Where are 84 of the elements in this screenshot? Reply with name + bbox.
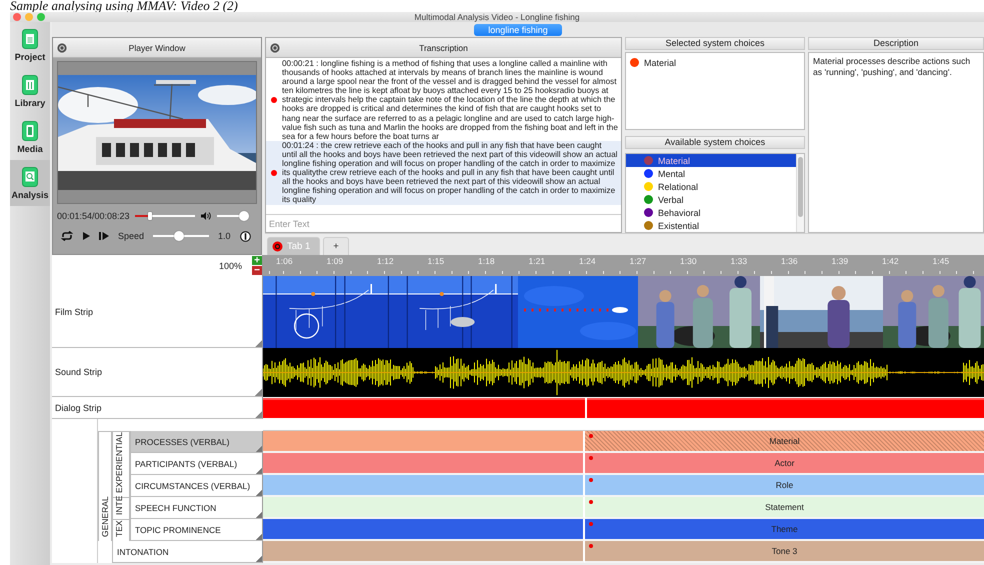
tier-label[interactable]: CIRCUMSTANCES (VERBAL) — [130, 475, 263, 497]
caption-text: Sample analysing using MMAV: Video 2 (2) — [10, 0, 238, 12]
choice-item[interactable]: Relational — [626, 180, 796, 193]
panel-title: Description — [808, 37, 984, 50]
strip-label: Sound Strip — [52, 348, 263, 397]
tier-label[interactable]: TOPIC PROMINENCE — [130, 519, 263, 541]
slider-thumb[interactable] — [174, 231, 184, 241]
tier-label[interactable]: SPEECH FUNCTION — [130, 497, 263, 519]
panel-title: Selected system choices — [625, 37, 805, 50]
slider-thumb[interactable] — [148, 212, 152, 220]
tick-label: 1:42 — [882, 255, 900, 268]
choice-item[interactable]: Verbal — [626, 193, 796, 206]
choice-item[interactable]: Material — [626, 56, 804, 69]
zoom-out-button[interactable]: − — [252, 266, 262, 275]
marker-dot-icon — [589, 522, 593, 526]
speed-label: Speed — [118, 231, 144, 241]
zoom-level: 100% — [218, 260, 242, 270]
loop-icon[interactable] — [61, 231, 73, 241]
tier-label[interactable]: PROCESSES (VERBAL) — [130, 431, 263, 453]
slider-thumb[interactable] — [238, 211, 249, 221]
time-readout: 00:01:54/00:08:23 — [57, 211, 130, 221]
record-dot-icon — [271, 170, 277, 176]
marker-dot-icon — [589, 544, 593, 548]
tick-label: 1:21 — [528, 255, 546, 268]
marker-dot-icon — [589, 434, 593, 438]
panel-title: Transcription — [418, 42, 469, 52]
strip-label: Film Strip — [52, 276, 263, 348]
choice-item[interactable]: Material — [626, 154, 796, 167]
tier-group: INTE — [112, 497, 130, 519]
tier-label[interactable]: INTONATION — [112, 541, 263, 563]
marker-dot-icon — [589, 500, 593, 504]
tick-label: 1:27 — [630, 255, 648, 268]
annotation-cell[interactable]: Material — [585, 431, 984, 453]
tick-label: 1:06 — [276, 255, 294, 268]
entry-text: 00:00:21 : longline fishing is a method of fishing that uses a longline called a mainline with thousands of hooks attached at intervals by means of branch lines the mainline is wound around a large spool near the front of the vessel and is dragged behind the vessel for almost ten kilometres the line is kept afloat by buoys attached every 15 to 25 hooksradio buoys at strategic intervals help the captain take note of the location of the line the depth at which the hooks are dropped is critical and determines the kind of fish that are caught hooks set to hang near the surface are referred to as a pelagic longline and are used to catch large high-value fish such as tuna and Marlin the hooks are dropped from the fishing boat and left in the sea for a few hours before the boat turns ar — [282, 59, 618, 141]
annotation-cell[interactable]: Role — [585, 475, 984, 497]
sidebar-item[interactable]: Library — [10, 68, 50, 114]
power-icon[interactable] — [240, 230, 251, 242]
tier-group: GENERAL — [98, 431, 112, 541]
window-title: Multimodal Analysis Video - Longline fishing — [413, 12, 581, 22]
tick-label: 1:18 — [478, 255, 496, 268]
step-forward-icon[interactable] — [99, 231, 109, 241]
tick-label: 1:24 — [579, 255, 597, 268]
speaker-icon[interactable] — [200, 211, 212, 221]
tick-label: 1:12 — [377, 255, 395, 268]
tick-label: 1:33 — [730, 255, 748, 268]
frame-icon — [22, 120, 38, 140]
panel-menu-icon[interactable] — [57, 42, 67, 52]
record-icon — [272, 241, 283, 252]
strip-label: Dialog Strip — [52, 397, 263, 419]
tick-label: 1:09 — [326, 255, 344, 268]
panel-menu-icon[interactable] — [270, 42, 280, 52]
sidebar-item[interactable]: Project — [10, 22, 50, 68]
document-icon — [22, 28, 38, 48]
sidebar-item[interactable]: Analysis — [10, 160, 50, 206]
record-dot-icon — [271, 96, 277, 103]
marker-dot-icon — [589, 478, 593, 482]
tick-label: 1:15 — [428, 255, 446, 268]
tier-group: TEX — [112, 519, 130, 541]
annotation-cell[interactable]: Actor — [585, 453, 984, 475]
choice-item[interactable]: Mental — [626, 167, 796, 180]
marker-dot-icon — [589, 456, 593, 460]
play-icon[interactable] — [82, 231, 90, 241]
entry-text: 00:01:24 : the crew retrieve each of the hooks and pull in any fish that have been caught until all the hooks and boys have been retrieved the next part of this videowill show an actual longline fishing operation and will focus on proper handling of the catch in order to maximize its qualitythe crew retrieve each of the hooks and pull in any fish that have been caught until all the hooks and boys have been retrieved the next part of this videowill show an actual longline fishing operation and will focus on proper handling of the catch in order to maximize its quality — [282, 140, 618, 204]
tier-label[interactable]: PARTICIPANTS (VERBAL) — [130, 453, 263, 475]
magnifier-icon — [22, 166, 38, 186]
choice-item[interactable]: Behavioral — [626, 206, 796, 219]
tick-label: 1:45 — [932, 255, 950, 268]
annotation-cell[interactable]: Statement — [585, 497, 984, 519]
sidebar-item[interactable]: Media — [10, 114, 50, 160]
panel-title: Available system choices — [625, 136, 805, 149]
panel-title: Player Window — [128, 42, 186, 52]
tick-label: 1:36 — [781, 255, 799, 268]
zoom-in-button[interactable]: + — [252, 256, 262, 265]
tier-group: EXPERIENTIAL — [112, 431, 130, 497]
description-text: Material processes describe actions such as 'running', 'pushing', and 'dancing'. — [808, 52, 984, 233]
choice-item[interactable]: Existential — [626, 219, 796, 232]
scrollbar[interactable] — [796, 154, 804, 232]
tick-label: 1:30 — [680, 255, 698, 268]
speed-value: 1.0 — [218, 231, 231, 241]
annotation-cell[interactable]: Tone 3 — [585, 541, 984, 563]
tick-label: 1:39 — [832, 255, 850, 268]
tab[interactable]: + — [323, 237, 349, 255]
columns-icon — [22, 74, 38, 94]
